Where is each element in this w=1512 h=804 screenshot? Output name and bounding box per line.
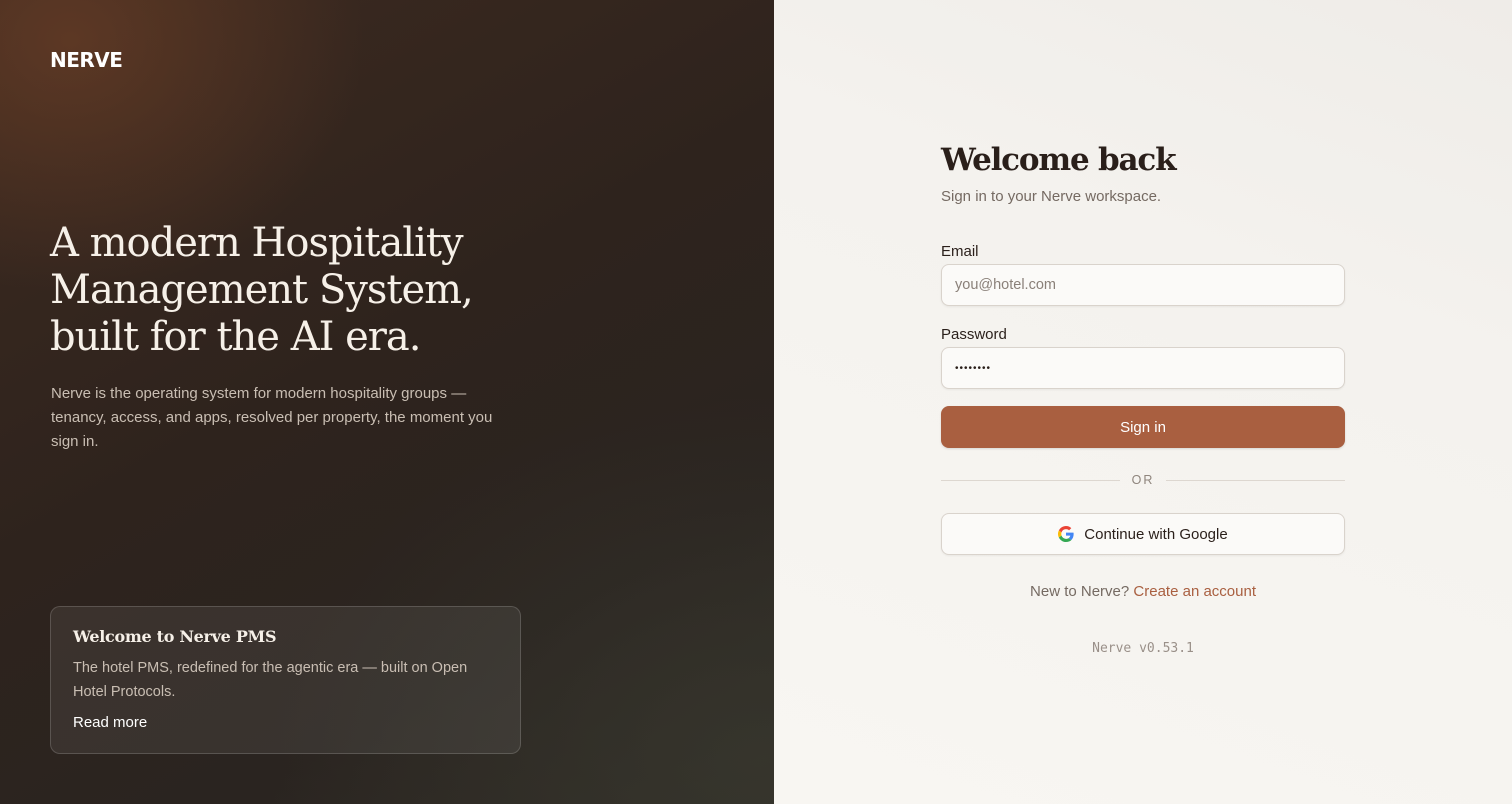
login-subheading: Sign in to your Nerve workspace. [941, 188, 1162, 205]
or-divider: OR [941, 473, 1345, 487]
divider-label: OR [1131, 473, 1155, 487]
nerve-logo: NERVE [50, 48, 123, 72]
password-label: Password [941, 326, 1007, 343]
login-panel: Welcome back Sign in to your Nerve works… [774, 0, 1512, 804]
divider-line-left [941, 479, 1120, 481]
password-field[interactable] [941, 347, 1345, 389]
sign-in-button[interactable]: Sign in [941, 406, 1345, 448]
hero-title: A modern Hospitality Management System, … [50, 220, 474, 360]
signup-prompt: New to Nerve? Create an account [941, 583, 1345, 600]
create-account-link[interactable]: Create an account [1133, 583, 1256, 600]
brand-panel: NERVE A modern Hospitality Management Sy… [0, 0, 774, 804]
app-version: Nerve v0.53.1 [1092, 641, 1194, 656]
announcement-title: Welcome to Nerve PMS [73, 627, 277, 646]
google-button-label: Continue with Google [1084, 525, 1228, 543]
announcement-card: Welcome to Nerve PMS The hotel PMS, rede… [50, 606, 521, 754]
google-sign-in-button[interactable]: Continue with Google [941, 513, 1345, 555]
google-icon [1058, 526, 1074, 542]
email-label: Email [941, 243, 979, 260]
email-field[interactable] [941, 264, 1345, 306]
signup-prompt-text: New to Nerve? [1030, 583, 1130, 600]
announcement-body: The hotel PMS, redefined for the agentic… [73, 660, 468, 700]
login-form: Welcome back Sign in to your Nerve works… [941, 140, 1345, 656]
hero-subtitle: Nerve is the operating system for modern… [51, 385, 493, 450]
divider-line-right [1166, 479, 1345, 481]
read-more-link[interactable]: Read more [73, 714, 147, 731]
login-heading: Welcome back [941, 142, 1177, 178]
